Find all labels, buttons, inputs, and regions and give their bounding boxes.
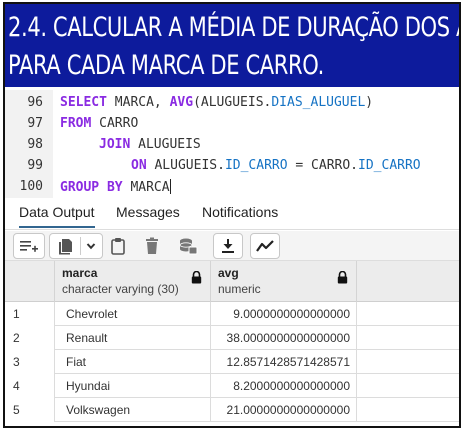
table-row[interactable]: 5 Volkswagen 21.0000000000000000 — [5, 398, 459, 422]
cell-avg[interactable]: 9.0000000000000000 — [211, 302, 357, 326]
result-toolbar — [5, 231, 459, 261]
column-id-carro: ID_CARRO — [358, 158, 421, 173]
paste-icon — [111, 238, 125, 255]
cell-marca[interactable]: Volkswagen — [55, 398, 211, 422]
line-number: 100 — [19, 179, 43, 194]
row-number: 1 — [5, 302, 55, 326]
table-row[interactable]: 3 Fiat 12.8571428571428571 — [5, 350, 459, 374]
save-data-button[interactable] — [174, 233, 202, 259]
save-data-icon — [179, 238, 198, 255]
line-number: 99 — [27, 158, 43, 173]
cell-avg[interactable]: 38.0000000000000000 — [211, 326, 357, 350]
column-name: marca — [62, 266, 98, 280]
paste-button[interactable] — [106, 233, 130, 259]
keyword-on: ON — [131, 158, 147, 173]
code-text: ALUGUEIS — [130, 137, 201, 152]
column-header-avg[interactable]: avg numeric — [211, 261, 357, 302]
query-editor[interactable]: 96 97 98 99 100 SELECT MARCA, AVG(ALUGUE… — [5, 90, 459, 198]
row-number: 2 — [5, 326, 55, 350]
line-number: 96 — [27, 95, 43, 110]
code-line-100[interactable]: GROUP BY MARCA — [60, 179, 171, 195]
results-grid: marca character varying (30) avg numeric… — [5, 261, 459, 426]
screenshot-frame: 2.4. CALCULAR A MÉDIA DE DURAÇÃO DOS ALU… — [3, 2, 461, 428]
copy-icon — [58, 239, 72, 255]
graph-icon — [256, 240, 274, 252]
keyword-join: JOIN — [99, 137, 131, 152]
column-dias-aluguel: DIAS_ALUGUEL — [271, 95, 366, 110]
code-text: ) — [365, 95, 374, 110]
cell-marca[interactable]: Renault — [55, 326, 211, 350]
copy-button-group[interactable] — [49, 233, 103, 259]
code-line-96[interactable]: SELECT MARCA, AVG(ALUGUEIS.DIAS_ALUGUEL) — [60, 95, 373, 110]
tab-notifications[interactable]: Notifications — [202, 204, 278, 220]
table-row[interactable]: 1 Chevrolet 9.0000000000000000 — [5, 302, 459, 326]
title-banner: 2.4. CALCULAR A MÉDIA DE DURAÇÃO DOS ALU… — [5, 4, 459, 87]
line-number-gutter: 96 97 98 99 100 — [5, 90, 53, 198]
table-row[interactable]: 4 Hyundai 8.2000000000000000 — [5, 374, 459, 398]
add-row-button[interactable] — [13, 233, 45, 259]
add-row-icon — [20, 241, 38, 252]
download-icon — [222, 239, 234, 253]
line-number: 98 — [27, 137, 43, 152]
code-text: MARCA, — [106, 95, 170, 110]
row-number: 5 — [5, 398, 55, 422]
cell-avg[interactable]: 12.8571428571428571 — [211, 350, 357, 374]
text-cursor — [169, 179, 171, 194]
code-line-99[interactable]: ON ALUGUEIS.ID_CARRO = CARRO.ID_CARRO — [131, 158, 421, 173]
lock-icon — [191, 271, 202, 284]
delete-button[interactable] — [140, 233, 164, 259]
row-number: 4 — [5, 374, 55, 398]
code-text: CARRO — [91, 116, 139, 131]
code-text: ALUGUEIS. — [146, 158, 225, 173]
graph-visualiser-button[interactable] — [250, 233, 280, 259]
lock-icon — [337, 271, 348, 284]
code-text: = CARRO. — [287, 158, 359, 173]
column-type: character varying (30) — [62, 282, 179, 296]
row-number: 3 — [5, 350, 55, 374]
keyword-select: SELECT — [60, 95, 107, 110]
code-text: (ALUGUEIS. — [193, 95, 272, 110]
function-avg: AVG — [169, 95, 194, 110]
line-number: 97 — [27, 116, 43, 131]
column-id-carro: ID_CARRO — [224, 158, 288, 173]
keyword-group-by: GROUP BY — [60, 180, 123, 195]
column-type: numeric — [218, 282, 261, 296]
keyword-from: FROM — [60, 116, 92, 131]
code-text: MARCA — [122, 180, 170, 195]
chevron-down-icon[interactable] — [86, 241, 96, 251]
column-header-marca[interactable]: marca character varying (30) — [55, 261, 211, 302]
tab-data-output[interactable]: Data Output — [19, 204, 95, 228]
code-line-98[interactable]: JOIN ALUGUEIS — [99, 137, 201, 152]
cell-marca[interactable]: Hyundai — [55, 374, 211, 398]
table-row[interactable]: 2 Renault 38.0000000000000000 — [5, 326, 459, 350]
download-button[interactable] — [213, 233, 243, 259]
tab-messages[interactable]: Messages — [116, 204, 180, 220]
cell-avg[interactable]: 8.2000000000000000 — [211, 374, 357, 398]
row-number-header — [5, 261, 55, 302]
banner-title-line-1: 2.4. CALCULAR A MÉDIA DE DURAÇÃO DOS ALU… — [8, 12, 459, 43]
banner-title-line-2: PARA CADA MARCA DE CARRO. — [8, 50, 324, 81]
grid-header: marca character varying (30) avg numeric — [5, 261, 459, 302]
cell-marca[interactable]: Chevrolet — [55, 302, 211, 326]
code-line-97[interactable]: FROM CARRO — [60, 116, 138, 131]
cell-avg[interactable]: 21.0000000000000000 — [211, 398, 357, 422]
column-name: avg — [218, 266, 239, 280]
result-tabs: Data Output Messages Notifications — [5, 200, 459, 230]
cell-marca[interactable]: Fiat — [55, 350, 211, 374]
delete-icon — [146, 237, 158, 254]
